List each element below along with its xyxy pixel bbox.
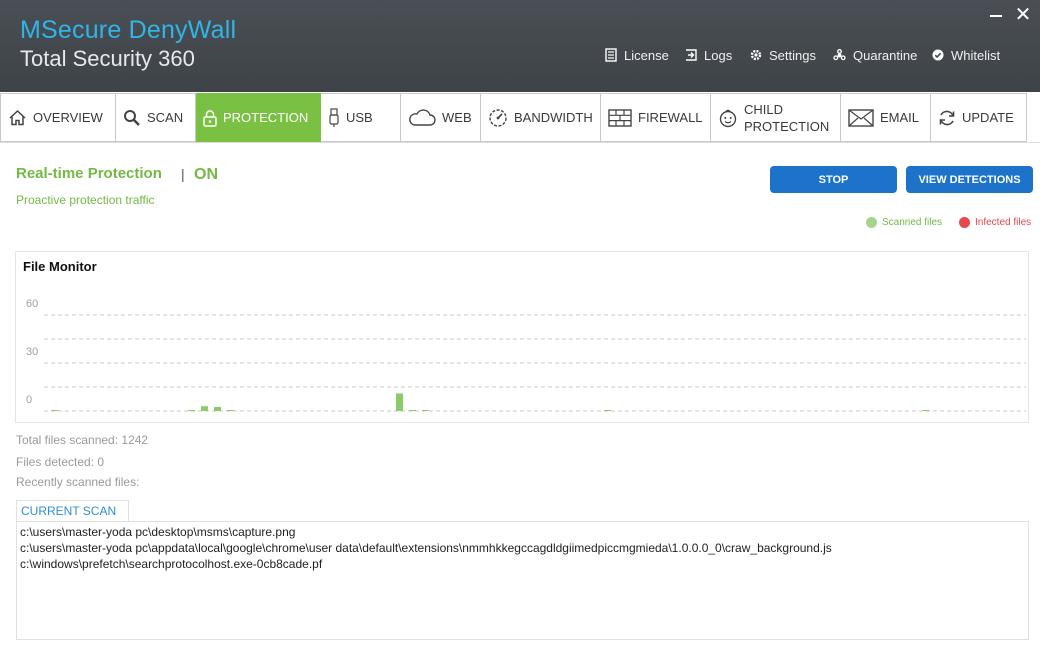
- legend-scanned-swatch: [866, 217, 877, 228]
- scan-file-line: c:\users\master-yoda pc\appdata\local\go…: [20, 541, 832, 555]
- chart-bar: [604, 410, 611, 411]
- minimize-icon: [990, 15, 1002, 17]
- whitelist-label: Whitelist: [951, 47, 1001, 63]
- tab-bandwidth[interactable]: BANDWIDTH: [481, 93, 601, 142]
- chart-bar: [396, 393, 403, 411]
- scan-file-line: c:\windows\prefetch\searchprotocolhost.e…: [20, 557, 323, 571]
- stop-button[interactable]: STOP: [770, 166, 897, 193]
- tab-overview[interactable]: OVERVIEW: [0, 93, 116, 142]
- chart-bar: [201, 406, 208, 411]
- tab-child-label-line1: CHILD: [744, 101, 784, 117]
- tab-protection[interactable]: PROTECTION: [196, 93, 321, 142]
- brick-wall-icon: [608, 108, 632, 127]
- tab-usb[interactable]: USB: [321, 93, 401, 142]
- search-icon: [123, 109, 141, 127]
- home-icon: [8, 109, 27, 126]
- legend-scanned-label: Scanned files: [882, 217, 943, 228]
- tab-web-label: WEB: [442, 110, 472, 125]
- close-button[interactable]: ✕: [1012, 4, 1034, 26]
- usb-icon: [328, 107, 340, 128]
- chart-bar: [422, 410, 429, 411]
- current-scan-tab[interactable]: CURRENT SCAN: [16, 500, 129, 522]
- refresh-icon: [938, 109, 956, 127]
- license-label: License: [624, 47, 669, 63]
- chart-bar: [409, 410, 416, 411]
- tab-email[interactable]: EMAIL: [841, 93, 931, 142]
- logs-icon: [686, 49, 697, 61]
- tab-child-protection-label: CHILD PROTECTION: [744, 101, 829, 135]
- legend-infected: Infected files: [959, 217, 1031, 228]
- chart-bar: [214, 407, 221, 411]
- logs-link[interactable]: Logs: [685, 45, 732, 65]
- gauge-icon: [488, 108, 508, 128]
- tab-child-protection[interactable]: CHILD PROTECTION: [711, 93, 841, 142]
- tab-bandwidth-label: BANDWIDTH: [514, 110, 593, 125]
- chart-bar: [188, 410, 195, 411]
- envelope-icon: [848, 108, 874, 127]
- app-title: MSecure DenyWall: [20, 16, 237, 44]
- y-tick-label: 30: [26, 346, 38, 358]
- total-files-scanned: Total files scanned: 1242: [16, 433, 149, 447]
- app-subtitle: Total Security 360: [20, 46, 195, 71]
- current-scan-list: c:\users\master-yoda pc\desktop\msms\cap…: [16, 521, 1029, 640]
- tab-protection-label: PROTECTION: [223, 110, 309, 125]
- lock-icon: [203, 109, 217, 127]
- view-detections-button[interactable]: VIEW DETECTIONS: [906, 166, 1033, 193]
- file-monitor-panel: File Monitor 60 30 0: [15, 251, 1029, 423]
- y-tick-label: 60: [26, 298, 38, 310]
- legend-infected-swatch: [959, 217, 970, 228]
- chart-bar: [227, 410, 234, 411]
- tab-scan-label: SCAN: [147, 110, 184, 125]
- gear-icon: [750, 49, 762, 61]
- tab-scan[interactable]: SCAN: [116, 93, 196, 142]
- tab-update-label: UPDATE: [962, 110, 1014, 125]
- legend-scanned: Scanned files: [866, 217, 942, 228]
- minimize-button[interactable]: [985, 4, 1007, 26]
- files-detected: Files detected: 0: [16, 455, 105, 469]
- tab-firewall-label: FIREWALL: [638, 110, 703, 125]
- tab-update[interactable]: UPDATE: [931, 93, 1027, 142]
- tab-firewall[interactable]: FIREWALL: [601, 93, 711, 142]
- chart-bar: [922, 410, 930, 411]
- tab-child-label-line2: PROTECTION: [744, 118, 830, 134]
- protection-status: ON: [194, 166, 218, 183]
- y-tick-label: 0: [26, 394, 32, 406]
- protection-subtitle: Proactive protection traffic: [16, 193, 155, 207]
- legend-infected-label: Infected files: [975, 217, 1032, 228]
- quarantine-label: Quarantine: [853, 47, 918, 63]
- license-link[interactable]: License: [605, 45, 669, 65]
- tab-web[interactable]: WEB: [401, 93, 481, 142]
- tab-overview-label: OVERVIEW: [33, 110, 103, 125]
- whitelist-link[interactable]: Whitelist: [932, 45, 1000, 65]
- file-monitor-chart: 60 30 0: [26, 298, 1026, 412]
- title-bar: MSecure DenyWall Total Security 360 ✕ Li…: [0, 0, 1040, 92]
- logs-label: Logs: [704, 47, 733, 63]
- realtime-protection-title: Real-time Protection: [16, 165, 162, 182]
- quarantine-icon: [833, 48, 846, 60]
- check-circle-icon: [932, 49, 944, 61]
- recently-scanned-label: Recently scanned files:: [16, 475, 140, 489]
- quarantine-link[interactable]: Quarantine: [833, 45, 917, 65]
- title-separator: |: [181, 166, 185, 182]
- settings-label: Settings: [769, 47, 816, 63]
- settings-link[interactable]: Settings: [750, 45, 816, 65]
- tab-usb-label: USB: [346, 110, 373, 125]
- tab-email-label: EMAIL: [880, 110, 920, 125]
- close-icon: ✕: [1014, 4, 1032, 26]
- license-icon: [605, 48, 617, 62]
- scan-file-line: c:\users\master-yoda pc\desktop\msms\cap…: [20, 525, 296, 539]
- chart-bar: [51, 410, 59, 411]
- main-tabs: OVERVIEW SCAN PROTECTION USB WEB BANDWID…: [0, 92, 1040, 143]
- child-face-icon: [718, 108, 738, 128]
- cloud-icon: [408, 108, 436, 127]
